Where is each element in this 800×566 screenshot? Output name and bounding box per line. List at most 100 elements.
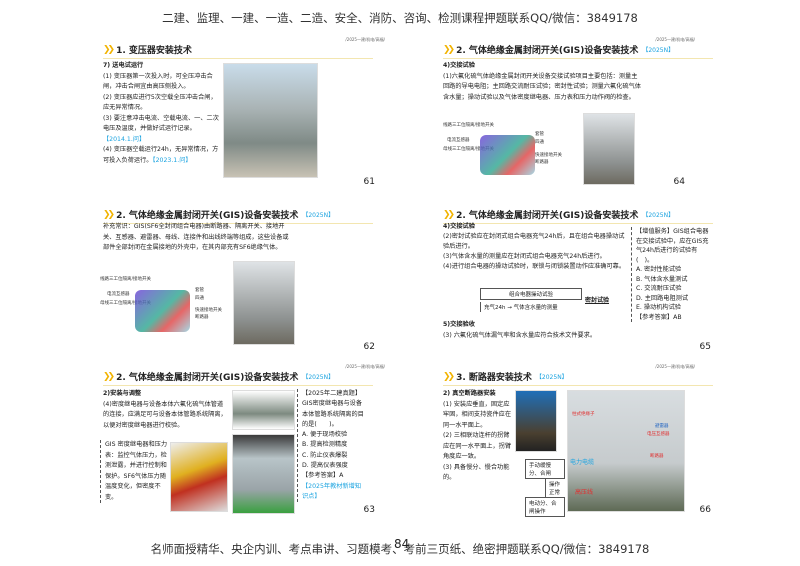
title-text: 2. 气体绝缘金属封闭开关(GIS)设备安装技术 [116, 211, 299, 221]
text-line: (3) 具备慢分、慢合功能的。 [443, 463, 510, 482]
diagram-result: 密封试验 [585, 297, 610, 304]
text-line: (4)进行组合电器的操动试验时，联锁与闭锁装置动作应准确可靠。 [443, 263, 626, 270]
option: D. 主回路电阻测试 [636, 294, 689, 302]
section-heading: 4)交接试验 [443, 223, 475, 230]
gis-photo [583, 113, 635, 185]
diagram-label: 线路三工位隔离/接地开关 [443, 123, 495, 128]
slide-body: 4)交接试验 (1)六氟化硫气体绝缘金属封闭开关设备交接试验项目主要包括：测量主… [443, 61, 643, 103]
slide-number: 66 [699, 505, 711, 515]
exam-tag: 【2023.1.问】 [152, 156, 192, 164]
diagram-label: 线路三工位隔离/接地开关 [100, 277, 152, 282]
option: A. 便于现场校验 [302, 431, 348, 439]
slide-63: /2025一建/机电/高福/ ❯❯ 2. 气体绝缘金属封闭开关(GIS)设备安装技… [95, 362, 415, 527]
title-text: 3. 断路器安装技术 [456, 373, 532, 383]
process-box: 手动缓慢分、合闸 [525, 459, 565, 479]
density-relay-photo [170, 442, 228, 512]
diagram-box: 组合电器操动试验 [480, 288, 582, 300]
option: A. 密封性能试验 [636, 266, 682, 273]
section-heading: 2)安装与调整 [103, 390, 142, 397]
text-line: (2) 三相联动连杆的拐臂应在同一水平面上，拐臂角度应一致。 [443, 432, 512, 460]
diagram-label: 四通 [195, 296, 204, 301]
exam-tag: 【2014.1.问】 [103, 135, 146, 143]
diagram-box: 充气24h → 气体含水量的测量 [480, 302, 582, 312]
chevron-icon: ❯❯ [443, 44, 455, 55]
answer: 【参考答案】AB [636, 313, 682, 321]
section-heading: 7) 送电试运行 [103, 62, 144, 69]
question-box: 【2025年二建真题】GIS密度继电器与设备本体管路系统隔离的目的是( )。 A… [297, 389, 367, 503]
photo-label: 柱式绝缘子 [572, 412, 595, 417]
section-heading: 4)交接试验 [443, 62, 475, 69]
section-heading: 5)交接验收 [443, 321, 475, 328]
note-box: GIS 密度继电器和压力表：监控气体压力，检测泄露，并进行控制和保护。SF6气体… [100, 440, 168, 503]
gis-diagram [480, 135, 535, 175]
chevron-icon: ❯❯ [103, 209, 115, 220]
slide-body: 2)安装与调整 (4)密度继电器与设备本体六氟化硫气体管道的连接，应满足可与设备… [103, 389, 228, 431]
pipe-gauge-photo [232, 434, 295, 514]
photo-label: 高压线 [575, 489, 594, 496]
chevron-icon: ❯❯ [103, 44, 115, 55]
year-tag: 【2025N】 [535, 374, 568, 381]
diagram-label: 断路器 [535, 160, 549, 165]
slide-number: 62 [363, 342, 375, 352]
option: D. 提高仪表强度 [302, 462, 348, 470]
photo-label: 电压互感器 [647, 432, 670, 437]
slide-title: ❯❯ 2. 气体绝缘金属封闭开关(GIS)设备安装技术 【2025N】 [443, 43, 713, 59]
slide-title: ❯❯ 3. 断路器安装技术 【2025N】 [443, 370, 713, 386]
process-box: 电动分、合闸操作 [525, 497, 565, 517]
text-line: (1) 变压器第一次投入时，可全压冲击合闸，冲击合闸宜由高压侧投入。 [103, 72, 213, 91]
chevron-icon: ❯❯ [443, 209, 455, 220]
text-para: (4)密度继电器与设备本体六氟化硫气体管道的连接，应满足可与设备本体管路系统隔离… [103, 400, 227, 429]
diagram-label: 套管 [195, 288, 204, 293]
title-text: 2. 气体绝缘金属封闭开关(GIS)设备安装技术 [456, 46, 639, 56]
title-text: 2. 气体绝缘金属封闭开关(GIS)设备安装技术 [456, 211, 639, 221]
slide-number: 65 [699, 342, 711, 352]
diagram-label: 断路器 [195, 315, 209, 320]
option: E. 操动机构试验 [636, 304, 681, 311]
slide-body: 补充常识：GIS(SF6全封闭组合电器)由断路器、隔离开关、接地开关、互感器、避… [103, 222, 293, 254]
slide-62: ❯❯ 2. 气体绝缘金属封闭开关(GIS)设备安装技术 【2025N】 补充常识：G… [95, 200, 415, 360]
diagram-label: 电流互感器 [107, 292, 130, 297]
diagram-label: 电流互感器 [447, 138, 470, 143]
text-para: 补充常识：GIS(SF6全封闭组合电器)由断路器、隔离开关、接地开关、互感器、避… [103, 223, 289, 251]
answer: 【参考答案】A [302, 472, 344, 480]
chevron-icon: ❯❯ [103, 371, 115, 382]
year-tag: 【2025N】 [642, 212, 675, 219]
option: B. 提高检测精度 [302, 441, 348, 449]
gis-model-photo [232, 390, 295, 430]
slide-64: /2025一建/机电/高福/ ❯❯ 2. 气体绝缘金属封闭开关(GIS)设备安装技… [435, 35, 725, 195]
text-line: (3) 要注意冲击电流、空载电流、一、二次电压及温度，并做好试运行记录。 [103, 114, 219, 133]
gis-diagram [135, 290, 190, 332]
slide-body: 7) 送电试运行 (1) 变压器第一次投入时，可全压冲击合闸，冲击合闸宜由高压侧… [103, 61, 221, 166]
slide-title: ❯❯ 2. 气体绝缘金属封闭开关(GIS)设备安装技术 【2025N】 [103, 370, 373, 386]
option: C. 交流耐压试验 [636, 285, 682, 292]
slide-body: 4)交接试验 (2)密封试验应在封闭式组合电器充气24h后，且在组合电器操动试验… [443, 222, 625, 272]
question-box: 【增值服务】GIS组合电器在交接试验中，应在GIS充气24h后进行的试验有( )… [631, 227, 709, 322]
slide-body-2: 5)交接验收 (3) 六氟化硫气体漏气率和含水量应符合技术文件要求。 [443, 320, 625, 341]
transformer-photo [223, 63, 318, 178]
slide-number: 63 [363, 505, 375, 515]
option: B. 气体含水量测试 [636, 275, 688, 283]
text-para: (1)六氟化硫气体绝缘金属封闭开关设备交接试验项目主要包括：测量主回路的导电电阻… [443, 72, 641, 101]
page-header: 二建、监理、一建、一造、二造、安全、消防、咨询、检测课程押题联系QQ/微信：38… [162, 11, 638, 25]
diagram-label: 快速接地开关 [535, 153, 562, 158]
section-heading: 2) 真空断路器安装 [443, 390, 496, 397]
year-tag: 【2025N】 [302, 212, 335, 219]
slide-number: 61 [363, 177, 375, 187]
slide-66: /2025一建/机电/高福/ ❯❯ 3. 断路器安装技术 【2025N】 2) 真空… [435, 362, 725, 527]
diagram-label: 快速接地开关 [195, 308, 222, 313]
slide-title: ❯❯ 1. 变压器安装技术 [103, 43, 373, 59]
slide-65: ❯❯ 2. 气体绝缘金属封闭开关(GIS)设备安装技术 【2025N】 4)交接试验… [435, 200, 725, 360]
gis-photo [233, 261, 295, 345]
text-line: (2)密封试验应在封闭式组合电器充气24h后，且在组合电器操动试验后进行。 [443, 233, 625, 250]
page-number: 84 [394, 537, 410, 551]
question-text: 【2025年二建真题】GIS密度继电器与设备本体管路系统隔离的目的是( )。 [302, 390, 364, 428]
text-line: (3)气体含水量的测量应在封闭式组合电器充气24h后进行。 [443, 253, 606, 260]
title-text: 1. 变压器安装技术 [116, 46, 192, 56]
photo-label: 避雷器 [655, 424, 669, 429]
photo-label: 电力电缆 [570, 459, 595, 466]
slide-number: 64 [673, 177, 685, 187]
text-line: (1) 安装应垂直，固定应牢固，相间支持瓷件应在同一水平面上。 [443, 400, 512, 429]
year-tag: 【2025N】 [642, 47, 675, 54]
exam-tag: 【2025年教材新增知识点】 [302, 482, 362, 500]
pole-photo [515, 390, 557, 452]
